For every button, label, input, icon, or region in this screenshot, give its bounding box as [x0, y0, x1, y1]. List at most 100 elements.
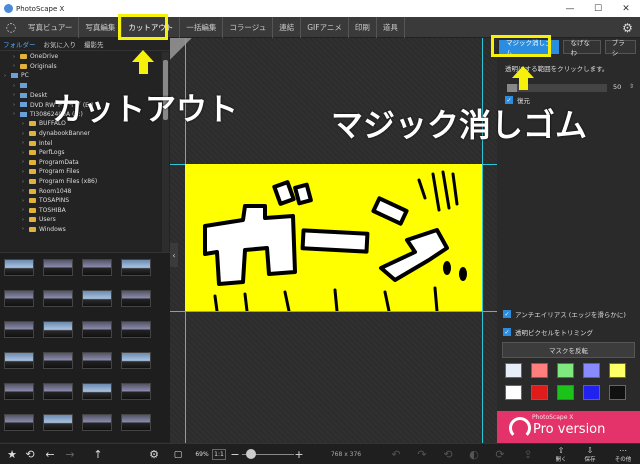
tab-editor[interactable]: 写真編集: [79, 16, 123, 38]
photo-thumbnail[interactable]: [43, 321, 73, 338]
expand-arrow-icon[interactable]: ›: [22, 188, 29, 194]
close-button[interactable]: ✕: [612, 0, 640, 17]
tree-node[interactable]: › Program Files (x86): [0, 177, 162, 187]
expand-arrow-icon[interactable]: ›: [22, 217, 29, 223]
tab-batch[interactable]: 一括編集: [180, 16, 224, 38]
collapse-left-panel-icon[interactable]: ‹: [170, 243, 178, 267]
tree-node[interactable]: › Program Files: [0, 167, 162, 177]
redo-icon[interactable]: ↷: [414, 446, 430, 463]
expand-arrow-icon[interactable]: ›: [22, 159, 29, 165]
expand-arrow-icon[interactable]: ›: [13, 102, 20, 108]
settings-gear-icon[interactable]: ⚙: [619, 19, 636, 36]
arrow-left-icon[interactable]: ←: [42, 446, 58, 463]
color-swatch[interactable]: [609, 363, 626, 378]
tree-node[interactable]: › Originals: [0, 62, 162, 72]
color-swatch[interactable]: [557, 385, 574, 400]
photo-thumbnail[interactable]: [43, 290, 73, 307]
photo-thumbnail[interactable]: [82, 290, 112, 307]
tab-combine[interactable]: 連結: [273, 16, 302, 38]
photo-thumbnail[interactable]: [121, 290, 151, 307]
minimize-button[interactable]: —: [556, 0, 584, 17]
color-swatch[interactable]: [531, 385, 548, 400]
undo-icon[interactable]: ↶: [388, 446, 404, 463]
maximize-button[interactable]: ☐: [584, 0, 612, 17]
photo-thumbnail[interactable]: [121, 259, 151, 276]
compare-icon[interactable]: ◐: [466, 446, 482, 463]
expand-arrow-icon[interactable]: ›: [13, 83, 20, 89]
share-icon[interactable]: ⇪: [520, 446, 536, 463]
photo-thumbnail[interactable]: [82, 259, 112, 276]
expand-arrow-icon[interactable]: ›: [13, 92, 20, 98]
color-swatch[interactable]: [531, 363, 548, 378]
tree-node[interactable]: › dynabookBanner: [0, 129, 162, 139]
tree-node[interactable]: › Windows: [0, 225, 162, 235]
actual-size-button[interactable]: 1:1: [212, 449, 226, 460]
tree-node[interactable]: › Room1048: [0, 186, 162, 196]
settings-icon[interactable]: ⚙: [146, 446, 162, 463]
color-swatch[interactable]: [583, 385, 600, 400]
nav-favorites[interactable]: お気に入り: [44, 39, 77, 49]
zoom-in-icon[interactable]: +: [294, 446, 304, 463]
antialias-checkbox[interactable]: ✓ アンチエイリアス (エッジを滑らかに): [503, 309, 626, 319]
tab-tools[interactable]: 道具: [377, 16, 405, 38]
zoom-out-icon[interactable]: −: [230, 446, 240, 463]
more-button[interactable]: ⋯ その他: [610, 444, 636, 464]
save-button[interactable]: ⇩ 保存: [580, 444, 600, 464]
photo-thumbnail[interactable]: [4, 383, 34, 400]
expand-arrow-icon[interactable]: ›: [22, 140, 29, 146]
expand-arrow-icon[interactable]: ›: [22, 121, 29, 127]
expand-arrow-icon[interactable]: ›: [13, 111, 20, 117]
editing-image[interactable]: [185, 164, 482, 311]
invert-mask-button[interactable]: マスクを反転: [502, 342, 635, 358]
tree-node[interactable]: › ProgramData: [0, 158, 162, 168]
tab-collage[interactable]: コラージュ: [223, 16, 274, 38]
tree-node[interactable]: › PC: [0, 71, 162, 81]
photo-thumbnail[interactable]: [4, 290, 34, 307]
photo-thumbnail[interactable]: [43, 259, 73, 276]
arrow-up-icon[interactable]: ↑: [90, 446, 106, 463]
arrow-right-icon[interactable]: →: [62, 446, 78, 463]
rotate-icon[interactable]: ⟲: [22, 446, 38, 463]
photo-thumbnail[interactable]: [43, 383, 73, 400]
tree-node[interactable]: › TOSHIBA: [0, 206, 162, 216]
tab-print[interactable]: 印刷: [349, 16, 377, 38]
tree-node[interactable]: › Users: [0, 215, 162, 225]
tree-scrollbar[interactable]: [162, 52, 169, 252]
photo-thumbnail[interactable]: [43, 414, 73, 431]
photo-thumbnail[interactable]: [82, 321, 112, 338]
expand-arrow-icon[interactable]: ›: [22, 198, 29, 204]
photo-thumbnail[interactable]: [43, 352, 73, 369]
expand-arrow-icon[interactable]: ›: [22, 169, 29, 175]
revert-icon[interactable]: ⟳: [492, 446, 508, 463]
tree-node[interactable]: › Intel: [0, 138, 162, 148]
nav-folder[interactable]: フォルダー: [3, 39, 36, 49]
photo-thumbnail[interactable]: [4, 321, 34, 338]
photo-thumbnail[interactable]: [82, 414, 112, 431]
expand-arrow-icon[interactable]: ›: [22, 226, 29, 232]
photo-thumbnail[interactable]: [82, 352, 112, 369]
expand-arrow-icon[interactable]: ›: [4, 73, 11, 79]
open-button[interactable]: ⇧ 開く: [552, 444, 570, 464]
photo-thumbnail[interactable]: [121, 414, 151, 431]
color-swatch[interactable]: [583, 363, 600, 378]
expand-arrow-icon[interactable]: ›: [22, 179, 29, 185]
star-icon[interactable]: ★: [4, 446, 20, 463]
color-swatch[interactable]: [505, 385, 522, 400]
photo-thumbnail[interactable]: [82, 383, 112, 400]
trim-checkbox[interactable]: ✓ 透明ピクセルをトリミング: [503, 327, 593, 337]
tab-viewer[interactable]: 写真ビュアー: [22, 16, 80, 38]
color-swatch[interactable]: [505, 363, 522, 378]
photo-thumbnail[interactable]: [4, 414, 34, 431]
photo-thumbnail[interactable]: [121, 352, 151, 369]
zoom-slider-thumb[interactable]: [246, 449, 256, 459]
expand-arrow-icon[interactable]: ›: [22, 131, 29, 137]
photo-thumbnail[interactable]: [4, 259, 34, 276]
tab-lasso[interactable]: なげなわ: [563, 39, 601, 57]
color-swatch[interactable]: [557, 363, 574, 378]
home-logo-icon[interactable]: ◌: [0, 17, 22, 38]
fit-icon[interactable]: ▢: [172, 446, 184, 463]
expand-arrow-icon[interactable]: ›: [13, 63, 20, 69]
expand-arrow-icon[interactable]: ›: [13, 54, 20, 60]
color-swatch[interactable]: [609, 385, 626, 400]
photo-thumbnail[interactable]: [121, 321, 151, 338]
